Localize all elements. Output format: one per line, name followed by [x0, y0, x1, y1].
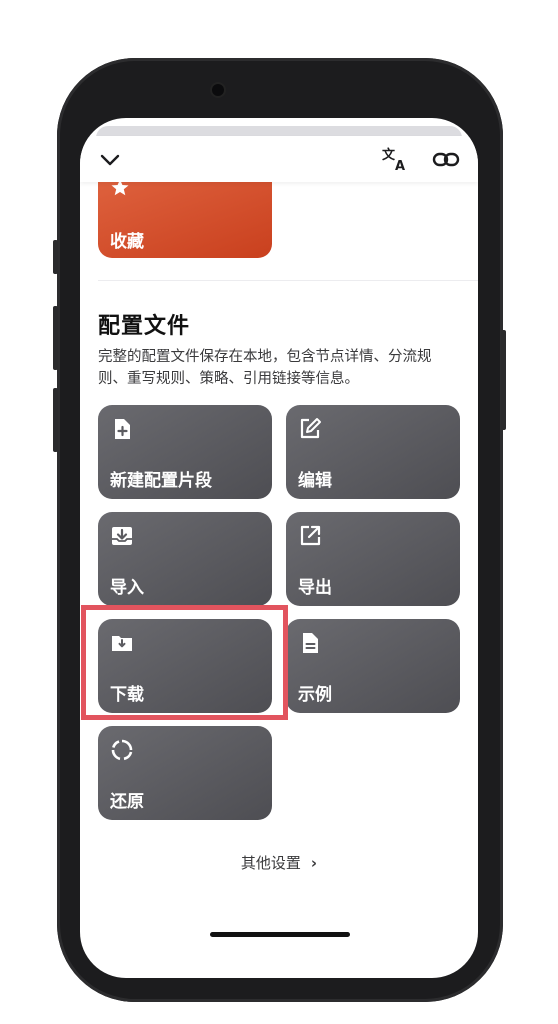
- tile-label: 编辑: [298, 471, 332, 491]
- tile-label: 导入: [110, 578, 144, 598]
- chevron-right-icon: ›: [310, 854, 318, 872]
- tile-label: 示例: [298, 685, 332, 705]
- divider: [98, 280, 478, 281]
- side-button-power: [501, 330, 506, 430]
- translate-icon[interactable]: 文 A: [380, 146, 408, 172]
- highlight-box: [81, 605, 288, 720]
- tile-example[interactable]: 示例: [286, 619, 460, 713]
- more-settings-link[interactable]: 其他设置 ›: [80, 852, 478, 873]
- favorite-label: 收藏: [110, 232, 144, 252]
- tile-edit[interactable]: 编辑: [286, 405, 460, 499]
- section-title: 配置文件: [98, 314, 191, 339]
- tile-import[interactable]: 导入: [98, 512, 272, 606]
- home-indicator[interactable]: [210, 932, 350, 937]
- edit-icon: [300, 418, 321, 439]
- tile-restore[interactable]: 还原: [98, 726, 272, 820]
- section-description: 完整的配置文件保存在本地，包含节点详情、分流规则、重写规则、策略、引用链接等信息…: [98, 349, 432, 387]
- document-icon: [303, 633, 318, 653]
- nav-bar: 文 A: [80, 136, 478, 182]
- screen: 文 A 收藏 配置文件 完整的配置文件保存在本地，包含节点详情、分流规则、重写规…: [80, 118, 478, 978]
- import-icon: [112, 527, 132, 545]
- side-button-volume-up: [53, 306, 58, 370]
- svg-text:A: A: [395, 159, 405, 172]
- link-icon[interactable]: [432, 148, 460, 172]
- export-icon: [300, 525, 321, 546]
- new-file-icon: [115, 419, 130, 439]
- tile-label: 导出: [298, 578, 332, 598]
- tile-label: 新建配置片段: [110, 471, 212, 491]
- restore-icon: [111, 739, 133, 761]
- tile-export[interactable]: 导出: [286, 512, 460, 606]
- side-button-volume-down: [53, 388, 58, 452]
- side-button-action: [53, 240, 58, 274]
- tile-label: 还原: [110, 792, 144, 812]
- tile-new-profile-snippet[interactable]: 新建配置片段: [98, 405, 272, 499]
- svg-text:文: 文: [382, 147, 396, 163]
- more-settings-label: 其他设置: [240, 854, 301, 872]
- front-camera: [212, 84, 224, 96]
- chevron-down-icon[interactable]: [98, 148, 122, 172]
